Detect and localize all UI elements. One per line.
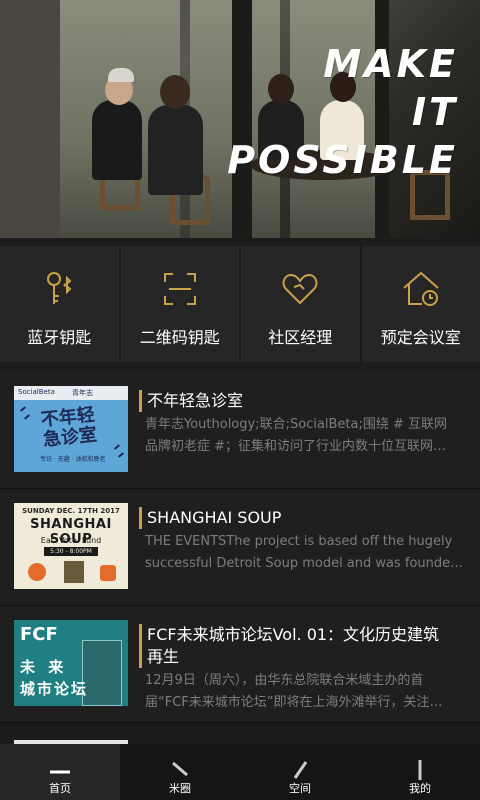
nav-label: 我的 — [409, 782, 431, 795]
action-label: 社区经理 — [268, 328, 333, 347]
heart-icon — [282, 273, 318, 305]
decor-shape — [64, 561, 84, 583]
tagline-line: POSSIBLE — [227, 138, 458, 182]
feed-card-desc: THE EVENTSThe project is based off the h… — [145, 534, 453, 549]
action-label: 预定会议室 — [380, 328, 461, 347]
thumbnail-logo: FCF — [20, 624, 58, 645]
feed-card-title: FCF未来城市论坛Vol. 01：文化历史建筑 再生 — [139, 624, 464, 668]
feed-card-desc: 12月9日（周六），由华东总院联合米域主办的首 — [145, 673, 424, 688]
decor-shape — [28, 563, 46, 581]
thumbnail-text: 未 来 — [20, 658, 68, 676]
feed-card-desc: 品牌初老症 #；征集和访问了行业内数十位互联网… — [145, 439, 447, 454]
wall — [0, 0, 60, 238]
nav-circle[interactable]: 米圈 — [120, 744, 240, 800]
feed-card-desc: 青年志Youthology;联合;SocialBeta;围绕 # 互联网 — [145, 417, 448, 432]
thumbnail-brand: SocialBeta — [18, 388, 55, 396]
nav-label: 首页 — [49, 782, 71, 795]
action-book-meeting-room[interactable]: 预定会议室 — [362, 246, 480, 362]
profile-tab-icon — [418, 760, 422, 780]
feed-card-title: 不年轻急诊室 — [139, 390, 464, 412]
thumbnail-title: 不年轻 急诊室 — [40, 404, 98, 451]
nav-label: 空间 — [289, 782, 311, 795]
feed-card[interactable]: SocialBeta 青年志 不年轻 急诊室 专访 · 无趣 · 油腻和晚老 不… — [0, 372, 480, 489]
circle-tab-icon — [172, 761, 188, 777]
thumbnail-date: SUNDAY DEC. 17TH 2017 — [22, 507, 120, 515]
event-thumbnail: FCF 未 来 城市论坛 — [14, 620, 128, 706]
tagline-line: IT — [411, 90, 458, 134]
thumbnail-brand: 青年志 — [72, 389, 93, 397]
feed-card-desc: successful Detroit Soup model and was fo… — [145, 556, 464, 571]
cap — [108, 68, 134, 82]
thumbnail-text: 城市论坛 — [20, 680, 89, 698]
nav-label: 米圈 — [169, 782, 191, 795]
feed-card-title: SHANGHAI SOUP — [139, 507, 464, 529]
home-tab-icon — [50, 770, 70, 774]
hero-banner[interactable]: MAKE IT POSSIBLE — [0, 0, 480, 238]
title-line: FCF未来城市论坛Vol. 01：文化历史建筑 — [147, 625, 440, 644]
hero-tagline: MAKE IT POSSIBLE — [227, 40, 458, 184]
qr-scan-icon — [163, 273, 196, 305]
feed-card[interactable]: FCF 未 来 城市论坛 FCF未来城市论坛Vol. 01：文化历史建筑 再生 … — [0, 606, 480, 723]
nav-home[interactable]: 首页 — [0, 744, 120, 800]
action-bluetooth-key[interactable]: 蓝牙钥匙 — [0, 246, 121, 362]
bluetooth-key-icon — [47, 272, 72, 304]
nav-space[interactable]: 空间 — [240, 744, 360, 800]
space-tab-icon — [293, 761, 308, 779]
decor-stripe — [20, 406, 26, 412]
person — [148, 105, 203, 195]
house-clock-icon — [403, 271, 439, 306]
decor-stripe — [114, 444, 120, 450]
action-label: 二维码钥匙 — [139, 328, 220, 347]
action-qr-key[interactable]: 二维码钥匙 — [121, 246, 241, 362]
feed-card-desc: 届“FCF未来城市论坛”即将在上海外滩举行，关注… — [145, 695, 443, 710]
title-line: 再生 — [147, 647, 180, 666]
event-thumbnail: SocialBeta 青年志 不年轻 急诊室 专访 · 无趣 · 油腻和晚老 — [14, 386, 128, 472]
action-community-manager[interactable]: 社区经理 — [241, 246, 362, 362]
thumbnail-text: 急诊室 — [42, 424, 98, 451]
thumbnail-time: 5:30 - 8:00PM — [44, 547, 98, 556]
event-thumbnail: SUNDAY DEC. 17TH 2017 SHANGHAI SOUP Eat.… — [14, 503, 128, 589]
thumbnail-band: SocialBeta 青年志 — [14, 386, 128, 400]
feed-card[interactable]: SUNDAY DEC. 17TH 2017 SHANGHAI SOUP Eat.… — [0, 489, 480, 606]
thumbnail-subtitle: 专访 · 无趣 · 油腻和晚老 — [40, 456, 106, 463]
thumbnail-tagline: Eat. Vote. Fund — [40, 536, 102, 545]
person — [92, 100, 142, 180]
event-feed: SocialBeta 青年志 不年轻 急诊室 专访 · 无趣 · 油腻和晚老 不… — [0, 372, 480, 723]
person-head — [160, 75, 190, 109]
tagline-line: MAKE — [323, 42, 458, 86]
bottom-nav: 首页 米圈 空间 我的 — [0, 744, 480, 800]
nav-profile[interactable]: 我的 — [360, 744, 480, 800]
action-label: 蓝牙钥匙 — [27, 328, 92, 347]
decor-shape — [100, 565, 116, 581]
decor-stripe — [24, 414, 30, 420]
quick-actions: 蓝牙钥匙 二维码钥匙 社区经理 预定会议室 — [0, 246, 480, 362]
decor-stripe — [118, 452, 124, 458]
